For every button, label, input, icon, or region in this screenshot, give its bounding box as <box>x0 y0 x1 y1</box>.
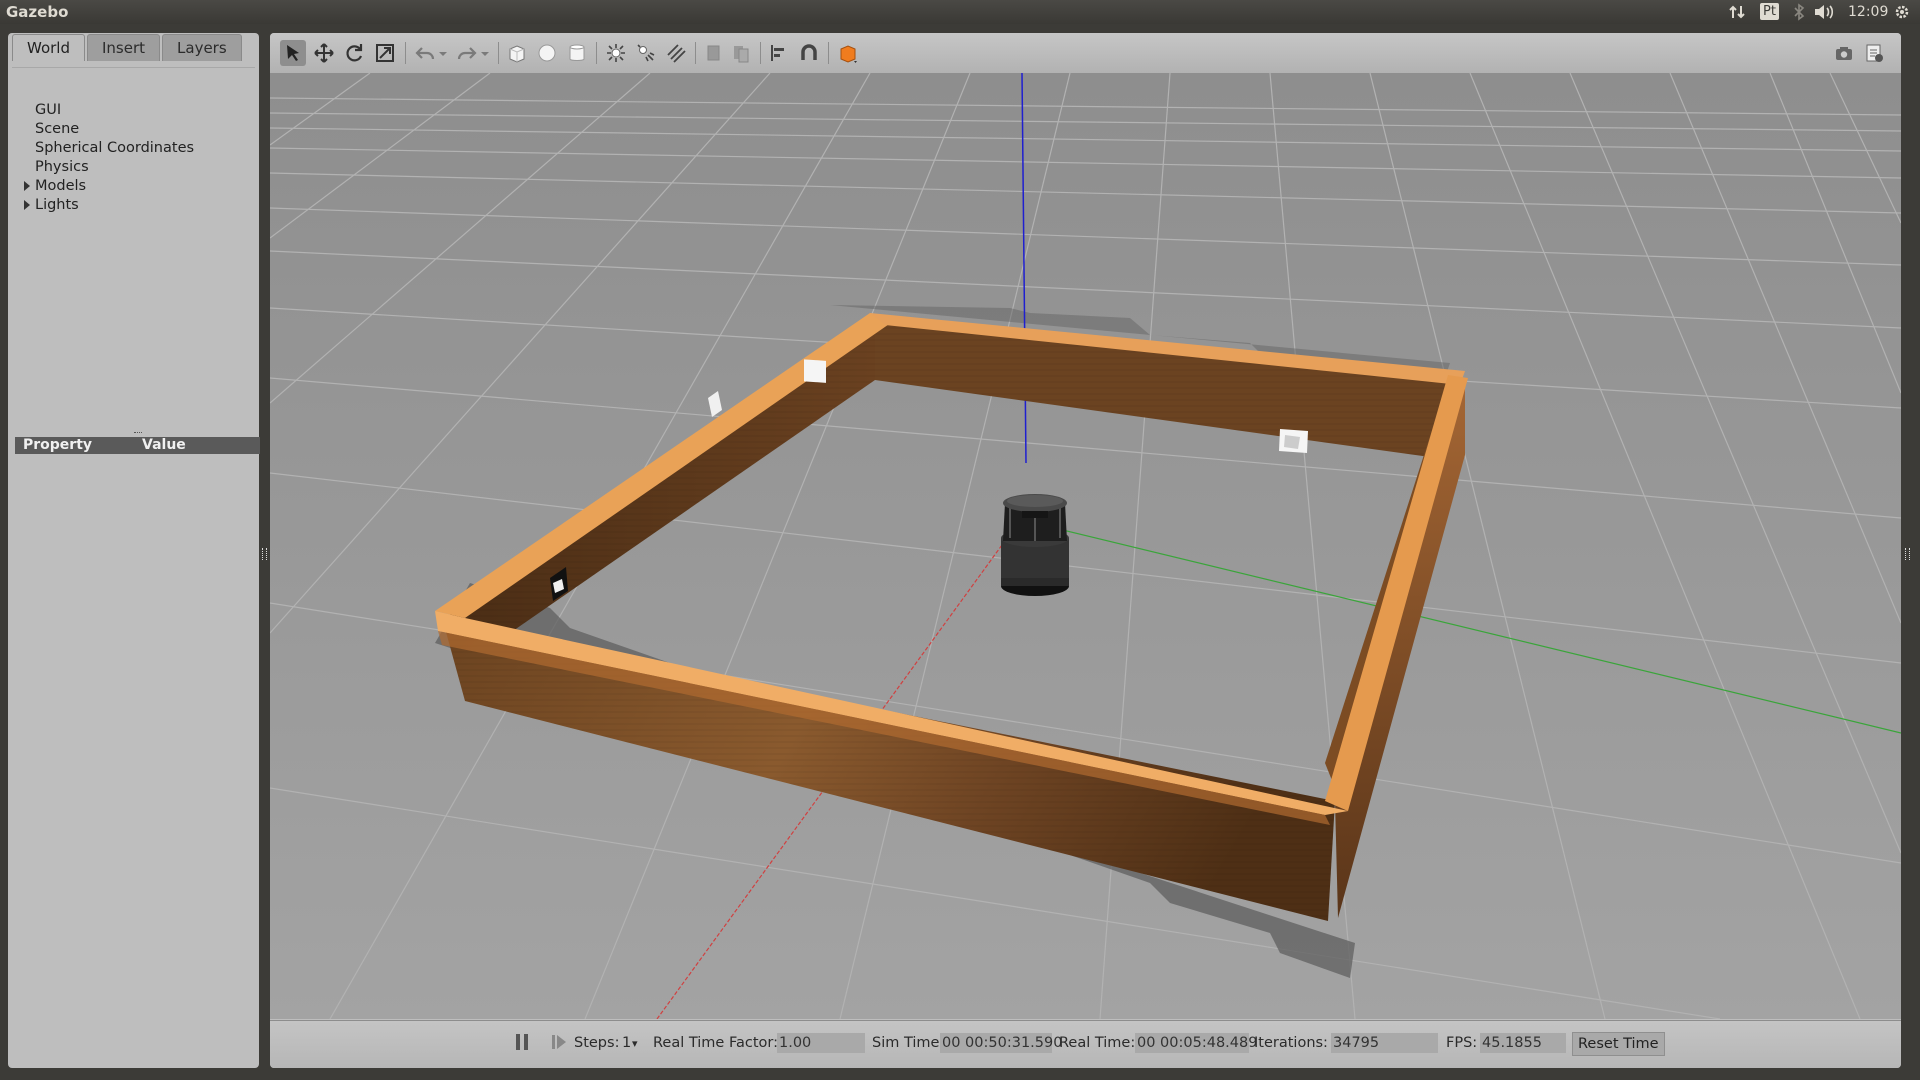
step-icon[interactable] <box>550 1032 568 1056</box>
sim-time-label: Sim Time: <box>872 1035 945 1051</box>
steps-value[interactable]: 1 <box>622 1035 631 1051</box>
right-panel-resize-handle[interactable] <box>1905 548 1910 560</box>
log-icon[interactable] <box>1861 40 1887 66</box>
settings-gear-icon[interactable] <box>1893 2 1911 22</box>
iterations-field: 34795 <box>1331 1033 1438 1053</box>
turtlebot-robot[interactable] <box>1001 494 1069 596</box>
real-time-factor-field: 1.00 <box>777 1033 865 1053</box>
clock[interactable]: 12:09 <box>1848 2 1888 22</box>
point-light-icon[interactable] <box>603 40 629 66</box>
spot-light-icon[interactable] <box>633 40 659 66</box>
paste-icon[interactable] <box>728 40 754 66</box>
translate-icon[interactable] <box>311 40 337 66</box>
sphere-icon[interactable] <box>534 40 560 66</box>
copy-icon[interactable] <box>701 40 727 66</box>
network-icon[interactable] <box>1728 2 1746 22</box>
tree-item-lights[interactable]: Lights <box>24 197 79 213</box>
tree-item-gui[interactable]: GUI <box>35 102 61 118</box>
box-icon[interactable] <box>504 40 530 66</box>
tree-item-physics[interactable]: Physics <box>35 159 89 175</box>
snap-icon[interactable] <box>796 40 822 66</box>
expand-arrow-icon[interactable] <box>24 200 30 210</box>
scene-canvas[interactable] <box>270 73 1901 1019</box>
steps-dropdown-icon[interactable]: ▾ <box>632 1037 638 1050</box>
column-header-value[interactable]: Value <box>142 437 186 453</box>
redo-history-icon[interactable] <box>478 40 492 66</box>
left-panel: World Insert Layers GUI Scene Spherical … <box>8 33 260 1068</box>
fps-field: 45.1855 <box>1480 1033 1566 1053</box>
real-time-field: 00 00:05:48.489 <box>1135 1033 1258 1053</box>
volume-icon[interactable] <box>1813 2 1835 22</box>
main-toolbar <box>270 33 1901 74</box>
left-panel-resize-handle[interactable] <box>262 548 267 560</box>
cylinder-icon[interactable] <box>564 40 590 66</box>
redo-icon[interactable] <box>454 40 480 66</box>
tab-insert[interactable]: Insert <box>87 34 161 61</box>
iterations-label: Iterations: <box>1254 1035 1328 1051</box>
tree-item-lights-label: Lights <box>35 197 79 213</box>
tab-layers[interactable]: Layers <box>162 34 242 61</box>
app-title: Gazebo <box>6 3 69 21</box>
real-time-label: Real Time: <box>1059 1035 1136 1051</box>
property-table-header: Property Value <box>15 437 260 454</box>
reset-time-button[interactable]: Reset Time <box>1572 1032 1665 1056</box>
tree-item-scene[interactable]: Scene <box>35 121 79 137</box>
tree-item-models[interactable]: Models <box>24 178 87 194</box>
screenshot-icon[interactable] <box>1831 40 1857 66</box>
expand-arrow-icon[interactable] <box>24 181 30 191</box>
steps-label: Steps: <box>574 1035 620 1051</box>
scale-icon[interactable] <box>372 40 398 66</box>
align-icon[interactable] <box>766 40 792 66</box>
tab-world[interactable]: World <box>12 34 85 61</box>
tree-item-spherical-coordinates[interactable]: Spherical Coordinates <box>35 140 194 156</box>
directional-light-icon[interactable] <box>663 40 689 66</box>
panel-tabs: World Insert Layers <box>12 34 242 61</box>
tree-item-models-label: Models <box>35 178 87 194</box>
pause-icon[interactable] <box>513 1032 531 1056</box>
rotate-icon[interactable] <box>341 40 367 66</box>
bluetooth-icon[interactable] <box>1793 2 1805 22</box>
column-header-property[interactable]: Property <box>23 437 92 453</box>
keyboard-layout-indicator[interactable]: Pt <box>1760 3 1779 20</box>
panel-splitter-handle[interactable] <box>134 432 142 435</box>
world-tree: GUI Scene Spherical Coordinates Physics … <box>12 67 255 428</box>
view-angle-icon[interactable] <box>835 40 861 66</box>
3d-viewport[interactable]: Steps: 1 ▾ Real Time Factor: 1.00 Sim Ti… <box>270 33 1901 1068</box>
undo-icon[interactable] <box>412 40 438 66</box>
simulation-status-bar: Steps: 1 ▾ Real Time Factor: 1.00 Sim Ti… <box>270 1020 1901 1068</box>
top-menu-bar: Gazebo Pt 12:09 <box>0 0 1920 24</box>
undo-history-icon[interactable] <box>436 40 450 66</box>
real-time-factor-label: Real Time Factor: <box>653 1035 778 1051</box>
sim-time-field: 00 00:50:31.590 <box>940 1033 1063 1053</box>
fps-label: FPS: <box>1446 1035 1478 1051</box>
select-arrow-icon[interactable] <box>280 40 306 66</box>
